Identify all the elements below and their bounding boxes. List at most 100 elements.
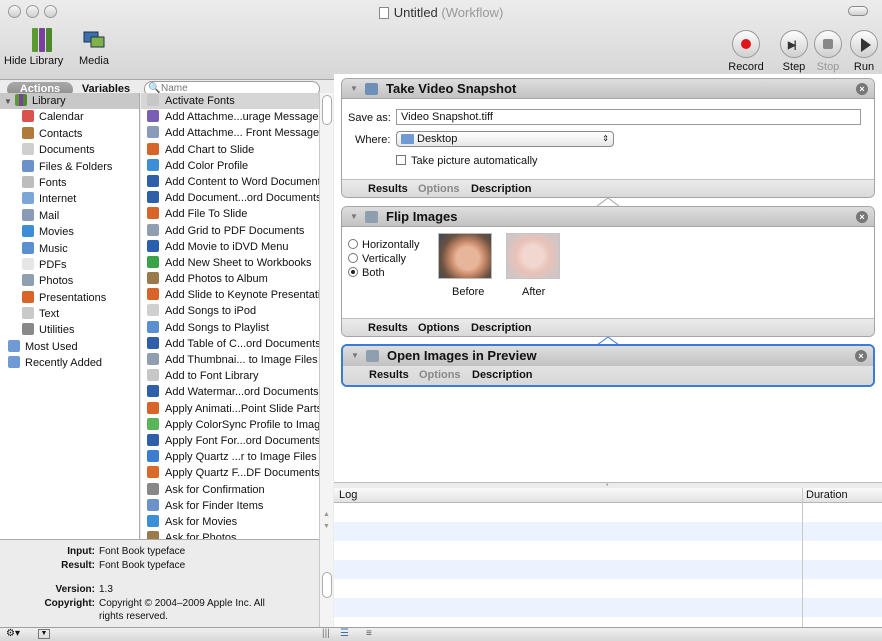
toolbar: Untitled (Workflow) Hide Library Media R… <box>0 0 882 80</box>
radio-both[interactable]: Both <box>348 267 385 279</box>
description-tab[interactable]: Description <box>471 322 532 334</box>
action-item[interactable]: Add Document...ord Documents <box>141 190 319 206</box>
action-flip-images[interactable]: ▼ Flip Images × Horizontally Vertically … <box>341 206 875 337</box>
action-item[interactable]: Add Attachme... Front Message <box>141 125 319 141</box>
media-button[interactable]: Media <box>74 28 114 67</box>
action-item[interactable]: Apply Quartz ...r to Image Files <box>141 449 319 465</box>
action-item[interactable]: Add Thumbnai... to Image Files <box>141 352 319 368</box>
library-item[interactable]: Calendar <box>0 109 139 125</box>
action-item[interactable]: Apply Quartz F...DF Documents <box>141 465 319 481</box>
action-item[interactable]: Add Songs to Playlist <box>141 320 319 336</box>
action-item[interactable]: Add Photos to Album <box>141 271 319 287</box>
library-item[interactable]: Contacts <box>0 126 139 142</box>
workflow-view-icon[interactable]: ≡ <box>366 628 372 639</box>
toolbar-toggle-button[interactable] <box>848 6 868 16</box>
action-item[interactable]: Add Table of C...ord Documents <box>141 336 319 352</box>
scroll-thumb[interactable] <box>322 95 332 125</box>
action-icon <box>147 385 159 398</box>
gear-menu-icon[interactable]: ⚙▾ <box>6 628 20 639</box>
action-item[interactable]: Add Attachme...urage Messages <box>141 109 319 125</box>
library-item[interactable]: Movies <box>0 224 139 240</box>
remove-action-icon[interactable]: × <box>855 350 867 362</box>
show-info-icon[interactable]: ▼ <box>38 629 50 639</box>
auto-picture-checkbox[interactable]: Take picture automatically <box>396 155 538 167</box>
record-button[interactable]: Record <box>724 30 768 73</box>
action-item[interactable]: Add File To Slide <box>141 206 319 222</box>
library-item[interactable]: Presentations <box>0 290 139 306</box>
action-item[interactable]: Apply Font For...ord Documents <box>141 433 319 449</box>
scroll-up-arrow-icon[interactable]: ▲ <box>323 511 330 518</box>
options-tab[interactable]: Options <box>419 369 461 381</box>
folder-icon <box>22 159 34 172</box>
hide-library-button[interactable]: Hide Library <box>0 28 84 67</box>
scroll-down-arrow-icon[interactable]: ▼ <box>323 523 330 530</box>
info-copyright: Copyright: Copyright © 2004–2009 Apple In… <box>44 598 265 609</box>
action-icon <box>147 174 159 187</box>
description-tab[interactable]: Description <box>472 369 533 381</box>
action-item[interactable]: Apply Animati...Point Slide Parts <box>141 401 319 417</box>
results-tab[interactable]: Results <box>368 322 408 334</box>
log-column-header[interactable]: Log <box>339 489 357 501</box>
action-item[interactable]: Ask for Movies <box>141 514 319 530</box>
library-root[interactable]: ▼ Library <box>0 93 139 110</box>
info-version: Version: 1.3 <box>55 584 113 595</box>
radio-horizontally[interactable]: Horizontally <box>348 239 419 251</box>
collapse-triangle-icon[interactable]: ▼ <box>350 212 358 221</box>
description-tab[interactable]: Description <box>471 183 532 195</box>
library-group[interactable]: Recently Added <box>0 355 139 371</box>
collapse-triangle-icon[interactable]: ▼ <box>351 351 359 360</box>
after-image <box>506 233 560 279</box>
collapse-triangle-icon[interactable]: ▼ <box>350 84 358 93</box>
options-tab[interactable]: Options <box>418 183 460 195</box>
info-scroll-thumb[interactable] <box>322 572 332 598</box>
remove-action-icon[interactable]: × <box>856 211 868 223</box>
library-item[interactable]: Files & Folders <box>0 159 139 175</box>
run-button[interactable]: Run <box>848 30 880 73</box>
action-item[interactable]: Add Watermar...ord Documents <box>141 384 319 400</box>
action-item[interactable]: Add Content to Word Documents <box>141 174 319 190</box>
action-take-video-snapshot[interactable]: ▼ Take Video Snapshot × Save as: Video S… <box>341 78 875 198</box>
action-item[interactable]: Activate Fonts <box>141 93 319 110</box>
actions-scrollbar[interactable]: ▲ ▼ <box>319 93 333 539</box>
library-item[interactable]: Text <box>0 306 139 322</box>
remove-action-icon[interactable]: × <box>856 83 868 95</box>
action-open-images-in-preview[interactable]: ▼ Open Images in Preview × Results Optio… <box>341 344 875 387</box>
pane-resize-icon[interactable]: ||| <box>322 628 330 639</box>
options-tab[interactable]: Options <box>418 322 460 334</box>
library-item[interactable]: Fonts <box>0 175 139 191</box>
action-item[interactable]: Add New Sheet to Workbooks <box>141 255 319 271</box>
library-item[interactable]: PDFs <box>0 257 139 273</box>
action-item[interactable]: Add to Font Library <box>141 368 319 384</box>
action-item[interactable]: Ask for Finder Items <box>141 498 319 514</box>
action-item[interactable]: Add Grid to PDF Documents <box>141 223 319 239</box>
step-button[interactable]: ▶| Step <box>778 30 810 73</box>
action-item[interactable]: Ask for Photos <box>141 530 319 539</box>
save-as-field[interactable]: Video Snapshot.tiff <box>396 109 861 125</box>
workflow-area: ▼ Take Video Snapshot × Save as: Video S… <box>334 74 882 482</box>
stop-button[interactable]: Stop <box>812 30 844 73</box>
action-item[interactable]: Add Slide to Keynote Presentation <box>141 287 319 303</box>
duration-column-header[interactable]: Duration <box>806 489 848 501</box>
library-item[interactable]: Music <box>0 241 139 257</box>
action-item[interactable]: Apply ColorSync Profile to Images <box>141 417 319 433</box>
log-list-view-icon[interactable]: ☰ <box>340 628 349 639</box>
action-item[interactable]: Add Movie to iDVD Menu <box>141 239 319 255</box>
library-item[interactable]: Utilities <box>0 322 139 338</box>
results-tab[interactable]: Results <box>369 369 409 381</box>
info-scrollbar[interactable] <box>319 539 333 627</box>
most-used-folder-icon <box>8 339 20 352</box>
where-popup[interactable]: Desktop ⇕ <box>396 131 614 147</box>
library-item[interactable]: Mail <box>0 208 139 224</box>
action-item[interactable]: Ask for Confirmation <box>141 482 319 498</box>
action-item[interactable]: Add Color Profile <box>141 158 319 174</box>
fonts-icon <box>22 175 34 188</box>
radio-vertically[interactable]: Vertically <box>348 253 406 265</box>
library-item[interactable]: Internet <box>0 191 139 207</box>
action-icon <box>147 369 159 382</box>
library-group[interactable]: Most Used <box>0 339 139 355</box>
action-item[interactable]: Add Chart to Slide <box>141 142 319 158</box>
library-item[interactable]: Documents <box>0 142 139 158</box>
results-tab[interactable]: Results <box>368 183 408 195</box>
library-item[interactable]: Photos <box>0 273 139 289</box>
action-item[interactable]: Add Songs to iPod <box>141 303 319 319</box>
